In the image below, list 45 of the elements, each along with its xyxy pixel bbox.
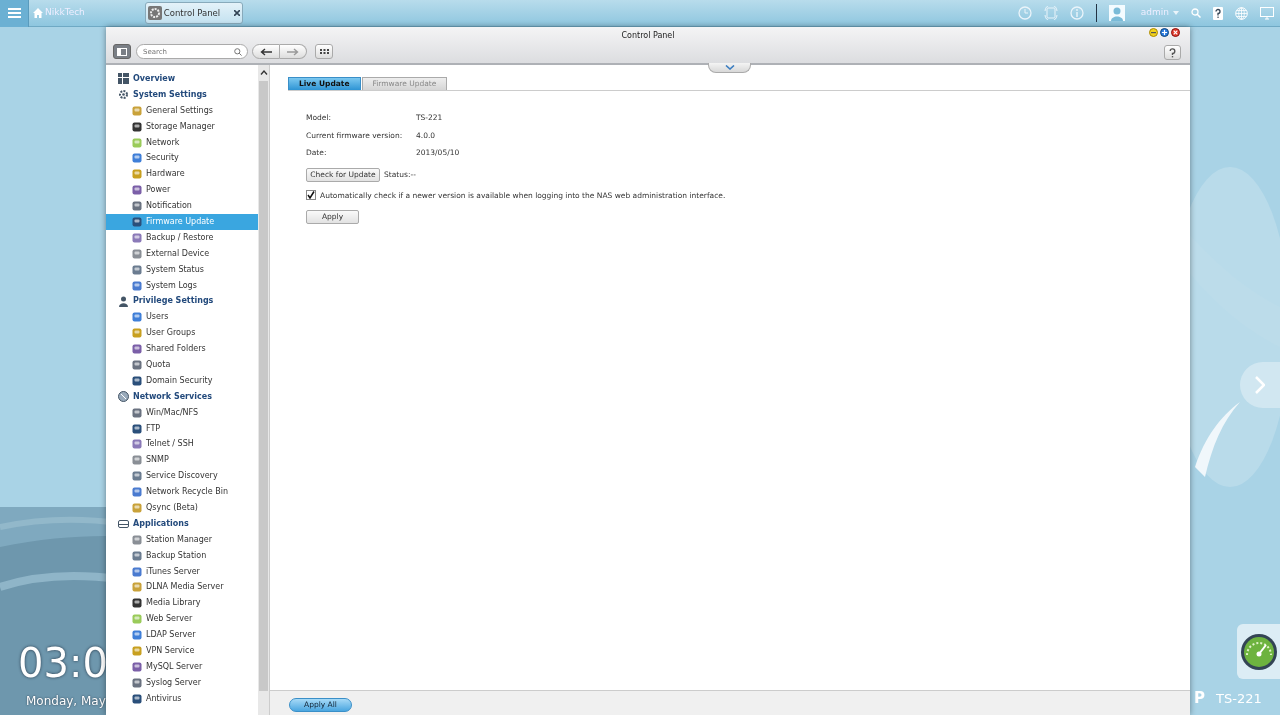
sidebar-item[interactable]: Telnet / SSH xyxy=(106,436,258,453)
sidebar-item[interactable]: Service Discovery xyxy=(106,468,258,485)
sidebar-item[interactable]: Storage Manager xyxy=(106,118,258,135)
sidebar-item[interactable]: Backup Station xyxy=(106,547,258,564)
sidebar-item[interactable]: General Settings xyxy=(106,102,258,119)
sidebar-item[interactable]: Hardware xyxy=(106,166,258,183)
sidebar-item[interactable]: Security xyxy=(106,150,258,167)
sidebar-item[interactable]: SNMP xyxy=(106,452,258,469)
sidebar-item[interactable]: Notification xyxy=(106,198,258,214)
sidebar-item[interactable]: Shared Folders xyxy=(106,341,258,358)
sidebar-item[interactable]: System Logs xyxy=(106,277,258,294)
sidebar-item[interactable]: Network xyxy=(106,134,258,151)
sidebar-item[interactable]: Win/Mac/NFS xyxy=(106,404,258,421)
sidebar-group[interactable]: Overview xyxy=(106,71,258,87)
sidebar-item[interactable]: Domain Security xyxy=(106,372,258,389)
sidebar-item[interactable]: MySQL Server xyxy=(106,658,258,675)
sidebar-item[interactable]: External Device xyxy=(106,245,258,262)
sidebar-group[interactable]: System Settings xyxy=(106,86,258,103)
sidebar-item[interactable]: VPN Service xyxy=(106,643,258,659)
sidebar-item[interactable]: iTunes Server xyxy=(106,563,258,580)
sidebar-item[interactable]: Media Library xyxy=(106,595,258,612)
sidebar-item[interactable]: Antivirus xyxy=(106,690,258,707)
sidebar-item[interactable]: Qsync (Beta) xyxy=(106,500,258,516)
sidebar-group[interactable]: Applications xyxy=(106,515,258,532)
sidebar-item[interactable]: Power xyxy=(106,182,258,199)
desktop-clock: 03:0 xyxy=(18,643,108,683)
sidebar-item[interactable]: FTP xyxy=(106,420,258,437)
sidebar-item[interactable]: System Status xyxy=(106,261,258,278)
sidebar-item[interactable]: Station Manager xyxy=(106,531,258,548)
sidebar-item[interactable]: Quota xyxy=(106,357,258,373)
sidebar-item[interactable]: Web Server xyxy=(106,611,258,628)
sidebar-item[interactable]: Network Recycle Bin xyxy=(106,484,258,501)
sidebar-item[interactable]: User Groups xyxy=(106,325,258,342)
sidebar-item[interactable]: Syslog Server xyxy=(106,674,258,691)
sidebar-item[interactable]: DLNA Media Server xyxy=(106,579,258,596)
desktop-date: Monday, May xyxy=(26,693,106,710)
app-tab[interactable]: Control Panel xyxy=(144,2,243,24)
model-label: TS-221 xyxy=(1216,692,1262,705)
sidebar-item[interactable]: LDAP Server xyxy=(106,627,258,644)
sidebar-group[interactable]: Network Services xyxy=(106,388,258,405)
sidebar-item[interactable]: Users xyxy=(106,309,258,326)
brand-logo: P xyxy=(1194,691,1205,706)
sidebar-group[interactable]: Privilege Settings xyxy=(106,293,258,310)
window-title: Control Panel xyxy=(620,30,676,42)
sidebar-item[interactable]: Backup / Restore xyxy=(106,229,258,246)
